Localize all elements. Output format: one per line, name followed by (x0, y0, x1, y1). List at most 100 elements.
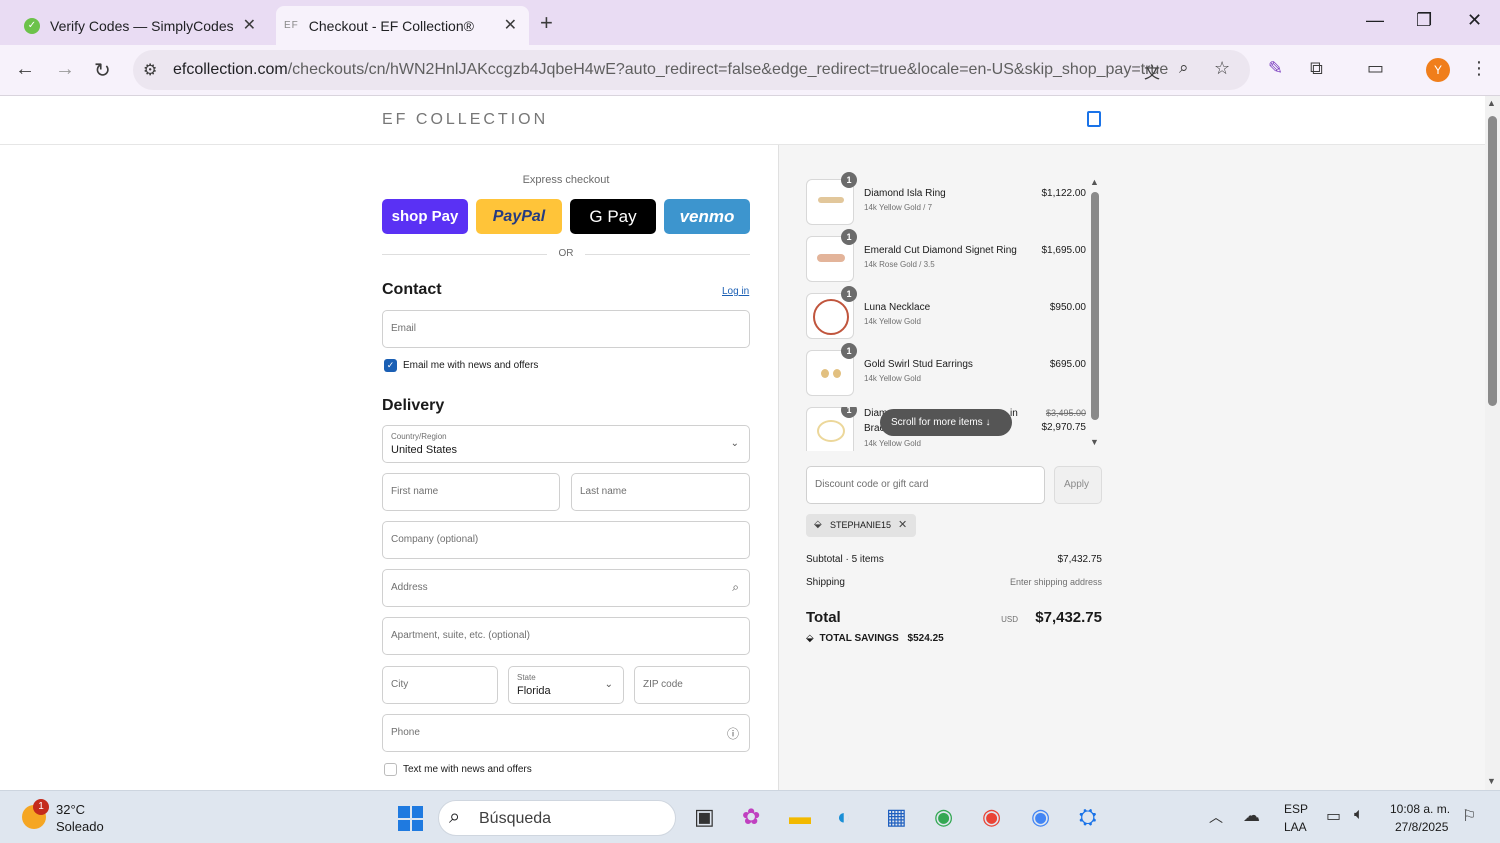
apply-button[interactable]: Apply (1054, 466, 1102, 504)
item-price: $1,122.00 (1041, 188, 1087, 199)
applied-code-chip: ⬙ STEPHANIE15 ✕ (806, 514, 916, 537)
remove-code-icon[interactable]: ✕ (898, 518, 907, 531)
cart-bag-icon[interactable] (1087, 111, 1101, 127)
clock-time[interactable]: 10:08 a. m. (1390, 802, 1450, 816)
ef-icon: EF (284, 20, 299, 31)
language-code[interactable]: ESP (1284, 802, 1308, 816)
quantity-badge: 1 (841, 286, 857, 302)
chrome-profile-2-icon[interactable]: ◉ (1031, 804, 1050, 830)
item-name: Gold Swirl Stud Earrings (864, 359, 973, 370)
clock-date[interactable]: 27/8/2025 (1395, 820, 1448, 834)
scroll-more-hint[interactable]: Scroll for more items ↓ (880, 409, 1012, 436)
store-icon[interactable]: ▦ (886, 804, 907, 830)
paypal-label: PayPal (492, 207, 546, 225)
tab-strip: ✓ Verify Codes — SimplyCodes ✕ EF Checko… (0, 0, 1500, 45)
login-link[interactable]: Log in (722, 286, 749, 297)
notifications-icon[interactable]: ⚐ (1462, 806, 1476, 826)
scroll-up-icon[interactable]: ▲ (1487, 98, 1496, 108)
chrome-profile-icon[interactable]: ◉ (982, 804, 1001, 830)
windows-start-icon[interactable] (398, 806, 423, 831)
paypal-button[interactable]: PayPal (476, 199, 562, 234)
google-pay-button[interactable]: G Pay (570, 199, 656, 234)
volume-icon[interactable]: 🔈︎ (1354, 806, 1364, 824)
total-value: $7,432.75 (1035, 609, 1102, 626)
item-variant: 14k Rose Gold / 3.5 (864, 260, 935, 269)
country-select[interactable]: Country/Region United States ⌄ (382, 425, 750, 463)
copilot-icon[interactable]: ✿ (742, 804, 760, 830)
extensions-puzzle-icon[interactable]: ⧉ (1310, 58, 1323, 79)
back-icon[interactable]: ← (15, 58, 35, 81)
scroll-down-icon[interactable]: ▼ (1090, 437, 1099, 447)
bookmark-star-icon[interactable]: ☆ (1214, 58, 1230, 79)
profile-avatar[interactable]: Y (1426, 58, 1450, 82)
express-checkout-label: Express checkout (522, 174, 610, 186)
weather-temp[interactable]: 32°C (56, 802, 85, 817)
page-scrollbar[interactable]: ▲ ▼ (1485, 96, 1500, 790)
tab-search-icon[interactable]: ▭ (1367, 58, 1384, 79)
last-name-placeholder: Last name (580, 486, 627, 497)
item-original-price: $3,495.00 (1045, 408, 1086, 418)
more-menu-icon[interactable]: ⋮ (1470, 58, 1488, 79)
extension-pen-icon[interactable]: ✎ (1268, 58, 1283, 79)
scroll-up-icon[interactable]: ▲ (1090, 177, 1099, 187)
items-scrollbar-thumb[interactable] (1091, 192, 1099, 420)
new-tab-icon[interactable]: + (540, 10, 553, 36)
country-label: Country/Region (391, 432, 447, 441)
discount-code-field[interactable]: Discount code or gift card (806, 466, 1045, 504)
weather-desc[interactable]: Soleado (56, 819, 104, 834)
address-field[interactable]: Address ⌕ (382, 569, 750, 607)
address-bar[interactable]: ⚙ efcollection.com/checkouts/cn/hWN2HnlJ… (133, 50, 1250, 90)
minimize-icon[interactable]: — (1366, 10, 1384, 31)
network-icon[interactable]: ▭ (1326, 806, 1341, 826)
taskbar-search[interactable]: ⌕ Búsqueda (438, 800, 676, 836)
close-tab-icon[interactable]: ✕ (243, 15, 256, 35)
translate-icon[interactable]: 文 (1144, 59, 1160, 83)
page-scrollbar-thumb[interactable] (1488, 116, 1497, 406)
onedrive-cloud-icon[interactable]: ☁ (1243, 806, 1260, 826)
tab-checkout[interactable]: EF Checkout - EF Collection® ✕ (276, 6, 529, 45)
weather-badge: 1 (33, 799, 49, 815)
chrome-icon[interactable]: ◉ (934, 804, 953, 830)
zip-field[interactable]: ZIP code (634, 666, 750, 704)
first-name-field[interactable]: First name (382, 473, 560, 511)
close-tab-icon[interactable]: ✕ (504, 15, 517, 35)
venmo-button[interactable]: venmo (664, 199, 750, 234)
phone-field[interactable]: Phone ⓘ (382, 714, 750, 752)
restore-icon[interactable]: ❐ (1416, 10, 1432, 31)
file-explorer-icon[interactable]: ▬ (789, 804, 811, 830)
site-info-icon[interactable]: ⚙ (143, 60, 157, 80)
apartment-field[interactable]: Apartment, suite, etc. (optional) (382, 617, 750, 655)
items-scrollbar[interactable]: ▲ ▼ (1090, 177, 1100, 448)
reload-icon[interactable]: ↻ (94, 58, 111, 83)
item-variant: 14k Yellow Gold (864, 317, 921, 326)
email-news-checkbox[interactable]: ✓ (384, 359, 397, 372)
url-text[interactable]: efcollection.com/checkouts/cn/hWN2HnlJAK… (173, 61, 1168, 79)
checkout-page: EF COLLECTION Express checkout shop Pay … (0, 96, 1485, 790)
scroll-down-icon[interactable]: ▼ (1487, 776, 1496, 786)
chevron-up-icon[interactable]: ︿ (1209, 807, 1223, 827)
close-window-icon[interactable]: ✕ (1467, 10, 1482, 31)
last-name-field[interactable]: Last name (571, 473, 750, 511)
shop-pay-button[interactable]: shop Pay (382, 199, 468, 234)
company-field[interactable]: Company (optional) (382, 521, 750, 559)
store-logo[interactable]: EF COLLECTION (382, 111, 548, 129)
windows-taskbar: 1 32°C Soleado ⌕ Búsqueda ▣ ✿ ▬ ◐ ▦ ◉ ◉ … (0, 790, 1500, 843)
email-field[interactable]: Email (382, 310, 750, 348)
forward-icon[interactable]: → (55, 58, 75, 81)
tab-simplycodes[interactable]: ✓ Verify Codes — SimplyCodes ✕ (10, 6, 268, 45)
order-item: 1 Diamond Isla Ring 14k Yellow Gold / 7 … (806, 172, 1102, 227)
edge-icon[interactable]: ◐ (837, 804, 850, 830)
city-field[interactable]: City (382, 666, 498, 704)
city-placeholder: City (391, 679, 409, 690)
savings-label: TOTAL SAVINGS (819, 633, 899, 644)
help-circle-icon[interactable]: ⓘ (727, 725, 739, 742)
zoom-icon[interactable]: ⌕ (1179, 58, 1189, 78)
quantity-badge: 1 (841, 343, 857, 359)
order-item: 1 Emerald Cut Diamond Signet Ring 14k Ro… (806, 229, 1102, 284)
state-select[interactable]: State Florida ⌄ (508, 666, 624, 704)
savings-row: ⬙ TOTAL SAVINGS $524.25 (806, 633, 1102, 644)
task-view-icon[interactable]: ▣ (694, 804, 715, 830)
text-news-checkbox[interactable] (384, 763, 397, 776)
keyboard-layout[interactable]: LAA (1284, 820, 1307, 834)
remote-app-icon[interactable]: ⛭ (1079, 804, 1097, 830)
